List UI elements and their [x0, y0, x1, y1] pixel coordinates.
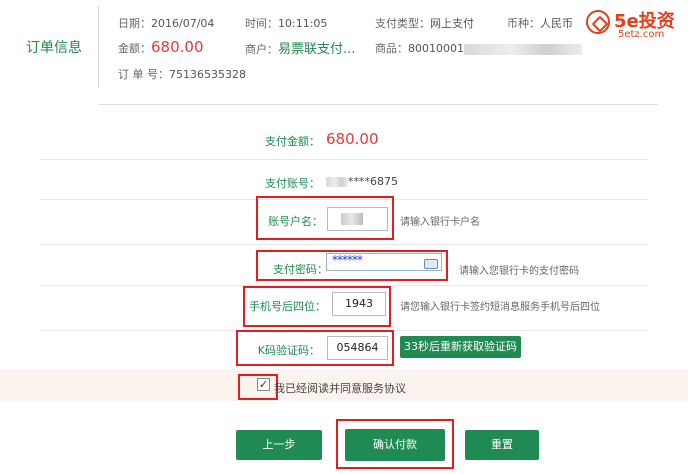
blurred-holder-name [341, 213, 363, 225]
date-value: 2016/07/04 [151, 17, 215, 30]
amount-value: 680.00 [151, 38, 204, 56]
product-value: 80010001 [408, 42, 464, 55]
holder-label: 账号户名： [268, 215, 323, 228]
order-no-value: 75136535328 [169, 68, 246, 81]
agree-text: 我已经阅读并同意服务协议 [274, 382, 406, 395]
pay-amount-value: 680.00 [326, 130, 379, 148]
time-label: 时间： [245, 17, 278, 30]
logo-icon [586, 10, 610, 34]
holder-hint: 请输入银行卡户名 [400, 217, 480, 228]
order-currency: 币种：人民币 [507, 15, 573, 31]
password-mask: ****** [332, 253, 363, 267]
product-label: 商品： [375, 42, 408, 55]
account-value: ****6875 [326, 175, 398, 188]
row-divider [40, 244, 648, 245]
header-separator [98, 104, 658, 105]
order-amount: 金额：680.00 [118, 38, 204, 56]
account-suffix: ****6875 [348, 175, 398, 188]
blurred-account-prefix [326, 177, 348, 187]
merchant-value: 易票联支付... [278, 42, 356, 57]
order-time: 时间：10:11:05 [245, 15, 327, 31]
resend-code-button[interactable]: 33秒后重新获取验证码 [400, 336, 521, 358]
order-info-title: 订单信息 [26, 40, 82, 56]
reset-button[interactable]: 重置 [465, 430, 539, 460]
pay-amount-label: 支付金额： [265, 135, 320, 148]
site-logo: 5e投资 5etz.com [586, 6, 682, 42]
date-label: 日期： [118, 17, 151, 30]
code-input[interactable]: 054864 [327, 336, 388, 360]
back-button[interactable]: 上一步 [236, 430, 322, 460]
merchant-label: 商户： [245, 43, 278, 56]
blurred-product-name [464, 43, 582, 55]
amount-label: 金额： [118, 42, 151, 55]
currency-label: 币种： [507, 17, 540, 30]
password-input[interactable]: ****** [326, 253, 442, 271]
pay-type-label: 支付类型： [375, 17, 430, 30]
password-hint: 请输入您银行卡的支付密码 [459, 266, 579, 277]
order-product: 商品：80010001 [375, 40, 582, 56]
password-label: 支付密码： [273, 263, 328, 276]
logo-domain: 5etz.com [618, 29, 665, 40]
order-date: 日期：2016/07/04 [118, 15, 214, 31]
currency-value: 人民币 [540, 17, 573, 30]
time-value: 10:11:05 [278, 17, 328, 30]
confirm-payment-button[interactable]: 确认付款 [345, 429, 445, 461]
phone-input[interactable]: 1943 [332, 292, 386, 316]
order-number: 订 单 号：75136535328 [118, 66, 246, 82]
phone-label: 手机号后四位： [249, 300, 326, 313]
agree-checkbox[interactable]: ✓ [257, 378, 270, 391]
order-pay-type: 支付类型：网上支付 [375, 15, 474, 31]
code-label: K码验证码： [257, 344, 320, 357]
order-merchant: 商户：易票联支付... [245, 38, 355, 57]
phone-hint: 请您输入银行卡签约短消息服务手机号后四位 [400, 302, 600, 313]
header-divider [98, 6, 99, 88]
pay-type-value: 网上支付 [430, 17, 474, 30]
order-no-label: 订 单 号： [118, 68, 169, 81]
row-divider [40, 159, 648, 160]
holder-input[interactable] [327, 207, 388, 231]
account-label: 支付账号： [265, 177, 320, 190]
keyboard-icon[interactable] [424, 259, 438, 269]
